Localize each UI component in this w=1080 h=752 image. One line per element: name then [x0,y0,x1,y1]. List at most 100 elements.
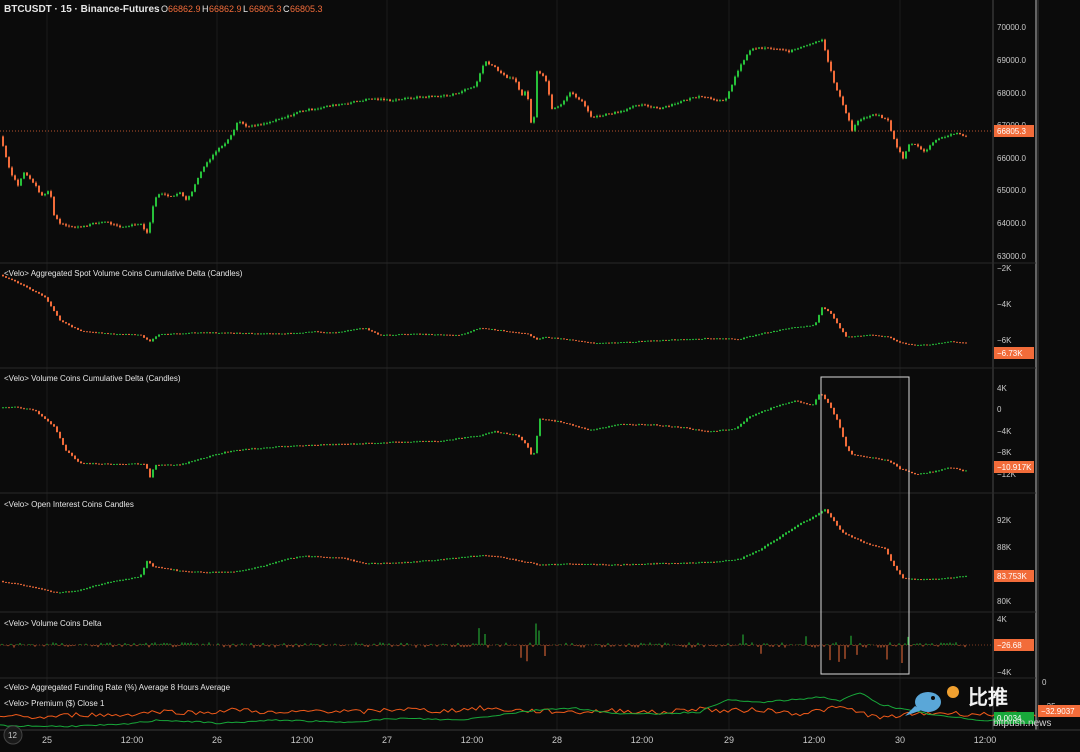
oi-candle-body [932,578,934,580]
price-candle-body [845,104,847,114]
cvd-candle-body [431,441,433,442]
spot_cvd-candle-body [356,328,358,330]
cvd-y-tick: 4K [997,384,1007,393]
cvd-candle-body [953,467,955,469]
price-candle-body [740,64,742,71]
price-candle-body [590,111,592,117]
spot_cvd-candle-body [698,338,700,340]
price-candle-body [449,95,451,97]
cvd-candle-body [272,447,274,449]
spot_cvd-candle-body [842,328,844,333]
spot_cvd-candle-body [182,333,184,335]
oi-candle-body [704,562,706,563]
cvd-candle-body [716,431,718,432]
cvd-candle-body [125,464,127,466]
oi-candle-body [929,579,931,580]
price-candle-body [500,70,502,73]
oi-candle-body [605,564,607,566]
oi-candle-body [827,509,829,514]
price-candle-body [659,107,661,109]
price-candle-body [848,113,850,121]
cvd-candle-body [374,443,376,445]
price-candle-body [362,100,364,102]
price-candle-body [812,43,814,45]
spot_cvd-candle-body [344,331,346,333]
price-candle-body [497,66,499,71]
price-candle-body [170,196,172,197]
oi-candle-body [965,576,967,577]
price-candle-body [770,47,772,49]
spot_cvd-candle-body [161,334,163,335]
spot_cvd-candle-body [8,277,10,279]
oi-candle-body [533,562,535,564]
price-candle-body [143,224,145,230]
spot_cvd-candle-body [461,334,463,336]
spot_cvd-candle-body [359,328,361,330]
cvd-candle-body [263,447,265,449]
spot_cvd-candle-body [764,332,766,334]
spot_cvd-candle-body [677,339,679,341]
price-candle-body [23,172,25,179]
spot_cvd-candle-body [791,327,793,329]
chart-svg[interactable]: BTCUSDT · 15 · Binance-Futures O 66862.9… [0,0,1080,747]
cvd-candle-body [332,444,334,446]
cvd-candle-body [269,447,271,449]
oi-candle-body [485,555,487,557]
chart-stage[interactable]: BTCUSDT · 15 · Binance-Futures O 66862.9… [0,0,1080,747]
spot_cvd-candle-body [458,335,460,336]
oi-candle-body [695,562,697,564]
close-label: C [283,4,290,14]
price-candle-body [422,96,424,98]
oi-candle-body [164,568,166,569]
cvd-candle-body [122,464,124,465]
spot_cvd-candle-body [65,322,67,324]
price-candle-body [893,130,895,140]
oi-candle-body [140,574,142,578]
cvd-candle-body [11,407,13,408]
oi-candle-body [359,561,361,563]
oi-candle-body [683,562,685,564]
spot_cvd-candle-body [902,342,904,344]
cvd-candle-body [860,455,862,457]
cvd-candle-body [917,474,919,475]
oi-candle-body [746,555,748,557]
spot_cvd-candle-body [734,338,736,340]
cvd-candle-body [842,427,844,437]
cvd-candle-body [830,402,832,408]
price-y-tick: 65000.0 [997,186,1026,195]
cvd-candle-body [185,463,187,465]
spot_cvd-candle-body [950,341,952,343]
spot_cvd-candle-body [512,331,514,333]
oi-candle-body [41,588,43,590]
oi-candle-body [167,568,169,570]
cvd-candle-body [137,463,139,465]
spot_cvd-candle-body [683,339,685,341]
spot_cvd-candle-body [746,336,748,338]
oi-candle-body [773,540,775,543]
spot_cvd-candle-body [914,344,916,346]
cvd-candle-body [677,426,679,428]
oi-candle-body [911,578,913,580]
spot_cvd-candle-body [638,341,640,343]
oi-candle-body [230,571,232,573]
spot_cvd-candle-body [770,332,772,333]
oi-candle-body [812,516,814,519]
spot_cvd-candle-body [482,328,484,330]
cvd-candle-body [101,463,103,465]
price-candle-body [632,106,634,108]
cvd-candle-body [173,465,175,466]
cvd-candle-body [899,466,901,470]
cvd-candle-body [638,424,640,425]
oi-candle-body [557,564,559,566]
oi-candle-body [83,589,85,590]
price-candle-body [317,108,319,110]
oi-candle-body [278,561,280,563]
cvd-candle-body [692,428,694,430]
oi-candle-body [668,563,670,565]
cvd-candle-body [881,459,883,460]
oi-candle-body [632,564,634,565]
oi-candle-body [839,525,841,530]
cvd-candle-body [32,409,34,411]
oi-candle-body [158,567,160,569]
cvd-candle-body [620,424,622,426]
